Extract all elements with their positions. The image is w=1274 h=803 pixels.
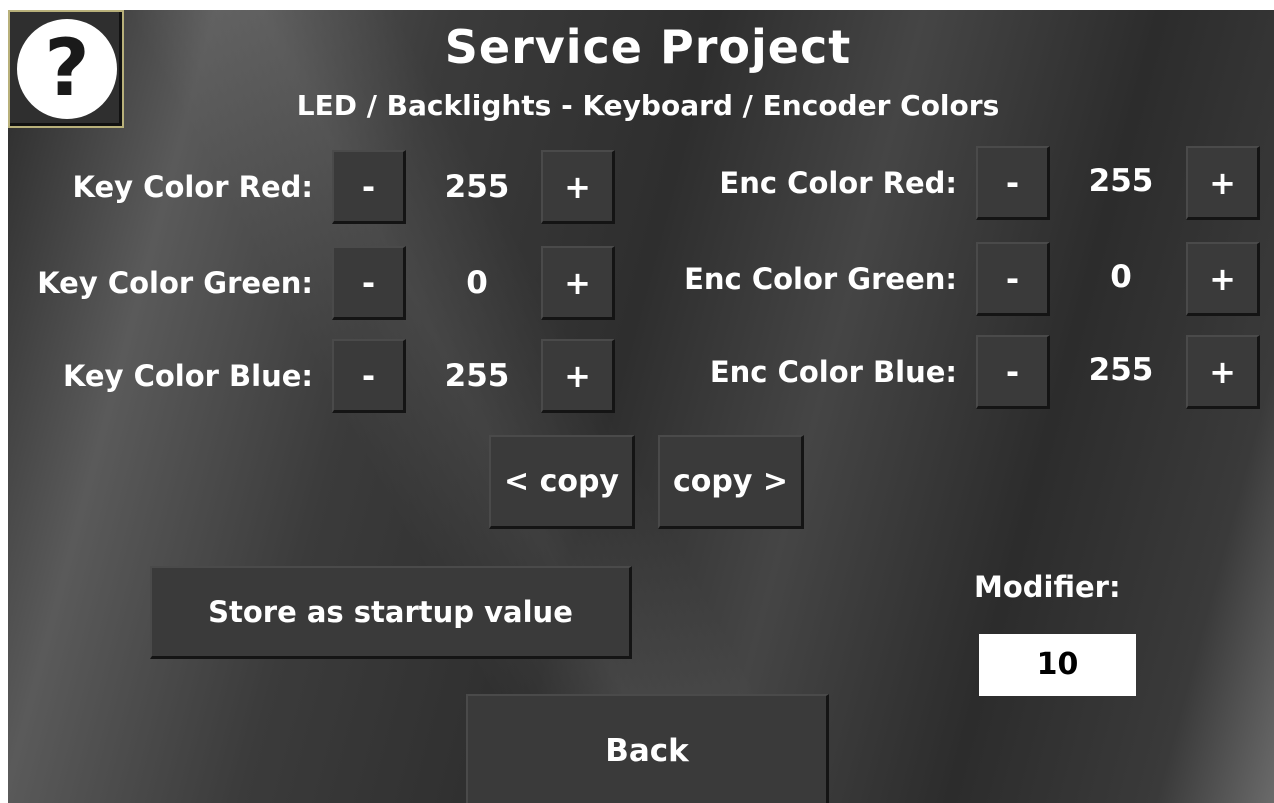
key-blue-value: 255 xyxy=(444,358,510,394)
key-red-value: 255 xyxy=(444,169,510,205)
enc-red-plus-button[interactable]: + xyxy=(1186,146,1260,220)
enc-green-plus-button[interactable]: + xyxy=(1186,242,1260,316)
copy-right-button[interactable]: copy > xyxy=(658,435,804,529)
key-red-plus-button[interactable]: + xyxy=(541,150,615,224)
key-blue-minus-button[interactable]: - xyxy=(332,339,406,413)
enc-red-label: Enc Color Red: xyxy=(719,166,957,200)
key-blue-plus-button[interactable]: + xyxy=(541,339,615,413)
key-green-label: Key Color Green: xyxy=(37,266,313,300)
copy-left-button[interactable]: < copy xyxy=(489,435,635,529)
back-button[interactable]: Back xyxy=(466,694,829,803)
modifier-label: Modifier: xyxy=(974,570,1121,604)
enc-green-value: 0 xyxy=(1110,259,1132,295)
key-blue-label: Key Color Blue: xyxy=(62,359,313,393)
service-screen: ? Service Project LED / Backlights - Key… xyxy=(8,10,1274,803)
enc-green-label: Enc Color Green: xyxy=(684,262,957,296)
enc-green-minus-button[interactable]: - xyxy=(976,242,1050,316)
page-subtitle: LED / Backlights - Keyboard / Encoder Co… xyxy=(296,89,1000,122)
key-red-label: Key Color Red: xyxy=(72,170,313,204)
key-green-minus-button[interactable]: - xyxy=(332,246,406,320)
store-startup-button[interactable]: Store as startup value xyxy=(150,566,632,659)
modifier-field[interactable]: 10 xyxy=(979,634,1136,696)
key-red-minus-button[interactable]: - xyxy=(332,150,406,224)
enc-blue-plus-button[interactable]: + xyxy=(1186,335,1260,409)
enc-blue-value: 255 xyxy=(1088,352,1154,388)
enc-blue-label: Enc Color Blue: xyxy=(709,355,957,389)
enc-red-minus-button[interactable]: - xyxy=(976,146,1050,220)
page-title: Service Project xyxy=(444,20,852,74)
enc-red-value: 255 xyxy=(1088,163,1154,199)
key-green-value: 0 xyxy=(466,265,488,301)
enc-blue-minus-button[interactable]: - xyxy=(976,335,1050,409)
key-green-plus-button[interactable]: + xyxy=(541,246,615,320)
